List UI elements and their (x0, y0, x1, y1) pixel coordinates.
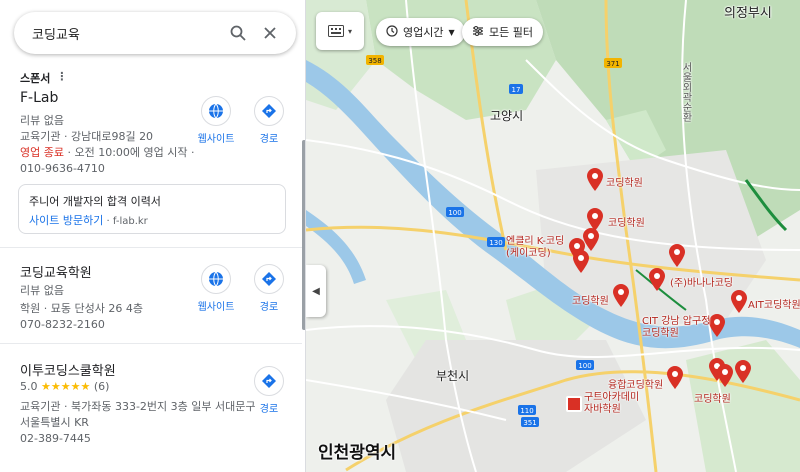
results-list: 스폰서 ⋮ F-Lab 리뷰 없음 교육기관 · 강남대로98길 20 영업 종… (0, 62, 305, 472)
svg-text:130: 130 (489, 239, 502, 247)
search-box (14, 12, 296, 54)
collapse-panel-button[interactable]: ◀ (306, 265, 326, 317)
star-rating-icon: ★★★★★ (41, 380, 91, 393)
directions-button[interactable]: 경로 (249, 366, 289, 415)
caret-down-icon: ▼ (448, 27, 455, 37)
pin-label[interactable]: (주)바나나코딩 (670, 274, 733, 289)
pin-label[interactable]: 코딩학원 (694, 390, 731, 405)
ad-domain: · f-lab.kr (103, 216, 148, 227)
map-view[interactable]: 358 17 371 100 130 110 351 100 의정부시 고양시 … (306, 0, 800, 472)
directions-label: 경로 (259, 302, 279, 313)
result-name[interactable]: F-Lab (20, 90, 58, 106)
directions-button[interactable]: 경로 (249, 96, 289, 145)
result-item[interactable]: 이투코딩스쿨학원 5.0 ★★★★★ (6) 교육기관 · 북가좌동 333-2… (0, 344, 302, 472)
results-panel: 스폰서 ⋮ F-Lab 리뷰 없음 교육기관 · 강남대로98길 20 영업 종… (0, 0, 306, 472)
clock-icon (386, 24, 398, 40)
map-label-bucheon: 부천시 (436, 369, 470, 383)
map-pin[interactable] (666, 366, 684, 390)
status-hours: · 오전 10:00에 영업 시작 · (63, 146, 195, 159)
pin-label[interactable]: 코딩학원 (572, 292, 609, 307)
visit-site-link[interactable]: 사이트 방문하기 (29, 214, 103, 227)
review-count: (6) (93, 380, 110, 393)
sponsored-map-marker[interactable] (566, 396, 582, 412)
result-phone: 070-8232-2160 (20, 318, 105, 331)
svg-text:358: 358 (368, 57, 381, 65)
map-pin[interactable] (572, 250, 590, 274)
hours-filter-chip[interactable]: 영업시간 ▼ (376, 18, 465, 46)
svg-text:110: 110 (520, 407, 533, 415)
map-label-incheon: 인천광역시 (318, 443, 397, 463)
pin-label[interactable]: AIT코딩학원 (748, 296, 800, 311)
directions-label: 경로 (259, 134, 279, 145)
result-status: 영업 종료 · 오전 10:00에 영업 시작 · (20, 144, 195, 160)
directions-icon (254, 366, 284, 396)
result-category-address: 학원 · 묘동 단성사 26 4층 (20, 302, 143, 315)
website-label: 웹사이트 (197, 134, 235, 145)
map-pin[interactable] (648, 268, 666, 292)
result-phone: 010-9636-4710 (20, 162, 105, 175)
result-item[interactable]: 코딩교육학원 리뷰 없음 학원 · 묘동 단성사 26 4층 070-8232-… (0, 248, 302, 344)
map-label-uijeongbu: 의정부시 (724, 6, 772, 21)
result-category-address: 교육기관 · 강남대로98길 20 (20, 130, 154, 143)
pin-label[interactable]: 코딩학원 (608, 214, 645, 229)
pin-label[interactable]: 코딩학원 (606, 174, 643, 189)
all-filters-label: 모든 필터 (489, 26, 533, 39)
result-name[interactable]: 코딩교육학원 (20, 262, 92, 281)
chevron-left-icon: ◀ (312, 285, 320, 297)
globe-icon (201, 96, 231, 126)
result-phone: 02-389-7445 (20, 432, 91, 445)
map-pin[interactable] (586, 168, 604, 192)
result-rating: 5.0 ★★★★★ (6) (20, 380, 109, 393)
keyboard-icon (327, 22, 344, 41)
map-label-ring-road: 서울외곽순환 (680, 62, 691, 122)
pin-label[interactable]: 융합코딩학원 (608, 376, 663, 391)
svg-text:100: 100 (448, 209, 461, 217)
chevron-down-icon: ▾ (347, 26, 352, 36)
result-reviews: 리뷰 없음 (20, 114, 64, 127)
map-layers-button[interactable]: ▾ (316, 12, 364, 50)
pin-label[interactable]: 엔클리 K-코딩 (케이코딩) (506, 236, 564, 260)
svg-text:371: 371 (606, 60, 619, 68)
hours-filter-label: 영업시간 (403, 26, 444, 39)
ad-link[interactable]: 사이트 방문하기 · f-lab.kr (29, 212, 148, 228)
pin-label[interactable]: 구트아카데미 자바학원 (584, 392, 639, 416)
all-filters-chip[interactable]: 모든 필터 (462, 18, 543, 46)
result-item[interactable]: F-Lab 리뷰 없음 교육기관 · 강남대로98길 20 영업 종료 · 오전… (0, 82, 302, 248)
directions-icon (254, 96, 284, 126)
result-address-line2: 서울특별시 KR (20, 416, 89, 429)
directions-button[interactable]: 경로 (249, 264, 289, 313)
directions-label: 경로 (259, 404, 279, 415)
result-reviews: 리뷰 없음 (20, 284, 64, 297)
map-pin[interactable] (730, 290, 748, 314)
close-icon[interactable] (256, 19, 284, 47)
map-pin[interactable] (612, 284, 630, 308)
pin-label[interactable]: CIT 강남 압구정 코딩학원 (642, 316, 710, 340)
ad-card[interactable]: 주니어 개발자의 합격 이력서 사이트 방문하기 · f-lab.kr (18, 184, 286, 234)
map-pin[interactable] (668, 244, 686, 268)
search-icon[interactable] (224, 19, 252, 47)
map-label-goyang: 고양시 (490, 109, 524, 123)
directions-icon (254, 264, 284, 294)
search-input[interactable] (32, 25, 220, 41)
ad-title: 주니어 개발자의 합격 이력서 (29, 195, 161, 208)
website-button[interactable]: 웹사이트 (196, 264, 236, 313)
svg-text:351: 351 (523, 419, 536, 427)
map-pin[interactable] (734, 360, 752, 384)
filter-sliders-icon (472, 25, 484, 40)
result-name[interactable]: 이투코딩스쿨학원 (20, 360, 116, 379)
website-button[interactable]: 웹사이트 (196, 96, 236, 145)
website-label: 웹사이트 (197, 302, 235, 313)
svg-text:100: 100 (578, 362, 591, 370)
globe-icon (201, 264, 231, 294)
svg-text:17: 17 (512, 86, 521, 94)
status-closed: 영업 종료 (20, 146, 64, 159)
rating-value: 5.0 (20, 380, 38, 393)
results-scrollbar[interactable] (302, 140, 305, 330)
map-pin[interactable] (708, 314, 726, 338)
result-category-address: 교육기관 · 북가좌동 333-2번지 3층 일부 서대문구 (20, 400, 256, 413)
map-pin[interactable] (716, 364, 734, 388)
